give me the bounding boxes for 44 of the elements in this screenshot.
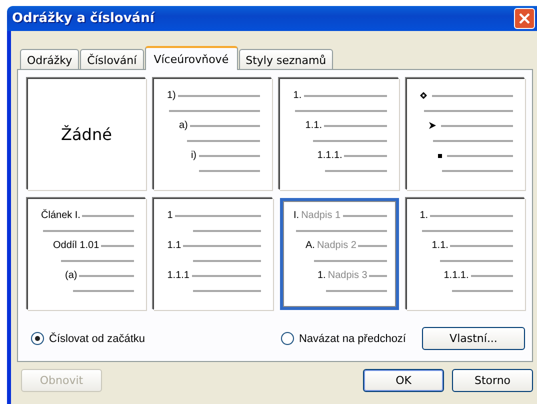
list-marker: 1. <box>318 270 326 281</box>
list-marker: 1.1. <box>305 120 322 131</box>
diamond-bullet-icon <box>420 92 427 99</box>
list-marker: 1.1.1. <box>317 150 342 161</box>
list-style-option[interactable]: 1.1.1. 1.1.1. <box>279 78 399 190</box>
list-style-option[interactable]: Článek I. Oddíl 1.01 (a) <box>27 198 146 310</box>
list-style-option[interactable]: 1 1.1 1.1.1 <box>153 198 272 310</box>
list-marker: (a) <box>65 270 78 281</box>
close-button[interactable] <box>514 8 535 29</box>
list-marker: 1.1 <box>167 240 182 251</box>
list-marker: i) <box>190 150 196 161</box>
list-marker: a) <box>178 120 188 131</box>
list-marker: 1.1.1 <box>167 270 190 281</box>
customize-button[interactable]: Vlastní... <box>422 327 525 350</box>
close-icon <box>518 12 531 25</box>
list-marker: Oddíl 1.01 <box>53 240 100 251</box>
tab[interactable]: Víceúrovňové <box>144 46 238 70</box>
tab[interactable]: Číslování <box>80 49 144 69</box>
dialog-button[interactable]: Storno <box>452 369 533 392</box>
list-marker: 1 <box>167 210 173 221</box>
radio-option[interactable]: Číslovat od začátku <box>31 332 145 345</box>
list-style-option[interactable]: I. Nadpis 1 A. Nadpis 2 1. Nadpis 3 <box>280 198 399 310</box>
arrowhead-bullet-icon <box>428 122 436 129</box>
list-style-option[interactable] <box>406 78 526 190</box>
list-marker: I. <box>294 210 300 221</box>
tab[interactable]: Odrážky <box>20 49 80 69</box>
list-marker: 1) <box>166 90 176 101</box>
dialog-button[interactable]: OK <box>363 369 444 392</box>
window-title: Odrážky a číslování <box>12 11 154 26</box>
square-bullet-icon <box>438 154 442 158</box>
list-marker: 1.1.1. <box>444 270 469 281</box>
list-marker: 1. <box>420 210 428 221</box>
list-style-option[interactable]: 1.1.1.1.1.1. <box>406 198 525 310</box>
list-marker: Článek I. <box>41 210 80 221</box>
heading-text: Nadpis 3 <box>328 270 368 281</box>
list-style-option[interactable]: Žádné <box>27 78 146 190</box>
list-marker: A. <box>306 240 315 251</box>
tab[interactable]: Styly seznamů <box>238 49 334 69</box>
list-style-option[interactable]: 1) a) i) <box>152 78 272 190</box>
list-marker: 1.1. <box>432 240 448 251</box>
heading-text: Nadpis 2 <box>316 240 356 251</box>
heading-text: Nadpis 1 <box>301 210 341 221</box>
radio-option[interactable]: Navázat na předchozí <box>280 332 406 345</box>
list-marker: 1. <box>293 90 302 101</box>
